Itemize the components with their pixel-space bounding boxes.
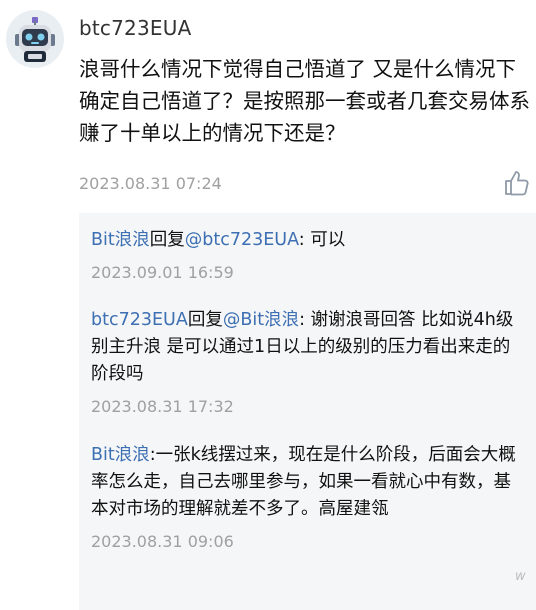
reply-timestamp: 2023.08.31 17:32	[91, 397, 234, 416]
reply-thread: Bit浪浪回复@btc723EUA: 可以 2023.09.01 16:59 b…	[79, 213, 536, 610]
robot-avatar-icon	[15, 17, 55, 62]
watermark: w	[515, 569, 526, 584]
reply-text: Bit浪浪:一张k线摆过来，现在是什么阶段，后面会大概率怎么走，自己去哪里参与，…	[91, 442, 527, 523]
reply-author-link[interactable]: Bit浪浪	[91, 230, 150, 250]
reply-item: btc723EUA回复@Bit浪浪: 谢谢浪哥回答 比如说4h级别主升浪 是可以…	[91, 307, 527, 416]
reply-item: Bit浪浪回复@btc723EUA: 可以 2023.09.01 16:59	[91, 227, 527, 282]
reply-timestamp: 2023.09.01 16:59	[91, 263, 234, 282]
comment-text: 浪哥什么情况下觉得自己悟道了 又是什么情况下确定自己悟道了？是按照那一套或者几套…	[79, 57, 530, 145]
reply-author-link[interactable]: Bit浪浪	[91, 445, 150, 465]
reply-connector: 回复	[149, 230, 185, 250]
reply-item: Bit浪浪:一张k线摆过来，现在是什么阶段，后面会大概率怎么走，自己去哪里参与，…	[91, 442, 527, 551]
reply-connector: 回复	[187, 310, 223, 330]
reply-target-link[interactable]: @Bit浪浪	[223, 310, 299, 330]
reply-text: Bit浪浪回复@btc723EUA: 可以	[91, 227, 527, 254]
comment-username[interactable]: btc723EUA	[79, 16, 191, 40]
reply-target-link[interactable]: @btc723EUA	[185, 230, 299, 250]
thumbs-up-icon[interactable]	[502, 168, 532, 198]
reply-timestamp: 2023.08.31 09:06	[91, 532, 234, 551]
avatar[interactable]	[6, 10, 64, 68]
reply-content: :一张k线摆过来，现在是什么阶段，后面会大概率怎么走，自己去哪里参与，如果一看就…	[91, 445, 516, 519]
reply-text: btc723EUA回复@Bit浪浪: 谢谢浪哥回答 比如说4h级别主升浪 是可以…	[91, 307, 527, 388]
reply-author-link[interactable]: btc723EUA	[91, 310, 188, 330]
reply-content: : 可以	[298, 230, 346, 250]
comment-timestamp: 2023.08.31 07:24	[79, 174, 222, 193]
